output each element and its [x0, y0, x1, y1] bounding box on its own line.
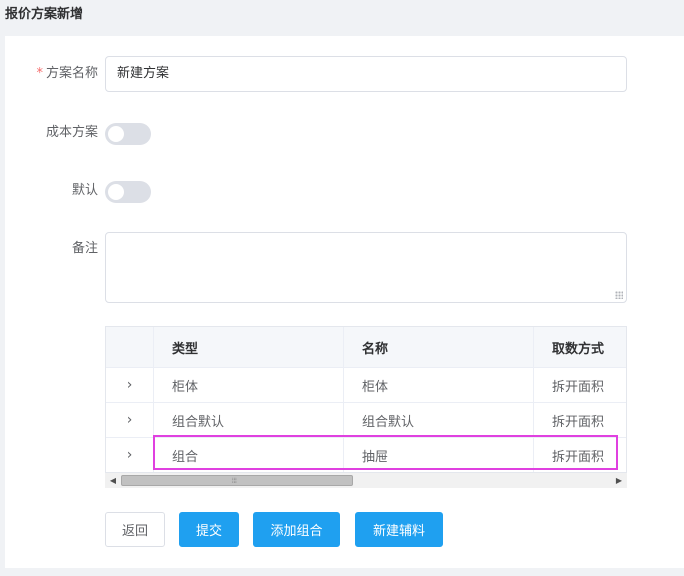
chevron-right-icon[interactable]: › — [127, 412, 133, 428]
plan-table: 类型 名称 取数方式 › 柜体 柜体 拆开面积 › 组合默认 组合默认 拆开面积… — [105, 326, 627, 488]
switch-knob — [108, 126, 124, 142]
cell-name: 组合默认 — [344, 403, 534, 437]
table-row[interactable]: › 柜体 柜体 拆开面积 — [106, 368, 626, 403]
submit-button[interactable]: 提交 — [179, 512, 239, 547]
table-row[interactable]: › 组合默认 组合默认 拆开面积 — [106, 403, 626, 438]
chevron-right-icon[interactable]: › — [127, 377, 133, 393]
name-label-text: 方案名称 — [45, 66, 98, 81]
resize-grip-icon[interactable] — [615, 291, 623, 299]
default-switch[interactable] — [105, 181, 151, 203]
remark-label: 备注 — [71, 241, 98, 256]
cell-method: 拆开面积 — [552, 449, 605, 465]
scroll-right-icon[interactable]: ▶ — [613, 475, 625, 487]
switch-knob — [108, 184, 124, 200]
header-type: 类型 — [154, 327, 344, 367]
scrollbar-thumb[interactable]: ⦙⦙⦙ — [121, 475, 353, 486]
name-input[interactable]: 新建方案 — [105, 56, 627, 92]
header-expand — [106, 327, 154, 367]
scroll-left-icon[interactable]: ◀ — [107, 475, 119, 487]
expand-cell[interactable]: › — [106, 403, 154, 437]
default-label: 默认 — [71, 183, 98, 198]
header-name: 名称 — [344, 327, 534, 367]
cell-type: 组合默认 — [154, 403, 344, 437]
table-row[interactable]: › 组合 抽屉 拆开面积 — [106, 438, 626, 473]
name-label: * 方案名称 — [5, 64, 98, 84]
page-title: 报价方案新增 — [5, 7, 84, 22]
cost-label: 成本方案 — [45, 125, 98, 140]
thumb-grip-icon: ⦙⦙⦙ — [232, 477, 237, 485]
form-card: * 方案名称 新建方案 成本方案 默认 备注 类型 名称 取数方式 › 柜体 柜体… — [5, 36, 684, 568]
new-material-button[interactable]: 新建辅料 — [355, 512, 443, 547]
cell-type: 组合 — [154, 438, 344, 472]
horizontal-scrollbar[interactable]: ◀ ⦙⦙⦙ ▶ — [105, 472, 627, 488]
expand-cell[interactable]: › — [106, 368, 154, 402]
header-method: 取数方式 — [552, 341, 605, 357]
remark-textarea[interactable] — [105, 232, 627, 303]
cell-method: 拆开面积 — [552, 379, 605, 395]
chevron-right-icon[interactable]: › — [127, 447, 133, 463]
cell-name: 柜体 — [344, 368, 534, 402]
expand-cell[interactable]: › — [106, 438, 154, 472]
cell-name: 抽屉 — [344, 438, 534, 472]
add-group-button[interactable]: 添加组合 — [253, 512, 340, 547]
back-button[interactable]: 返回 — [105, 512, 165, 547]
required-mark: * — [36, 66, 43, 81]
table-header: 类型 名称 取数方式 — [106, 327, 626, 368]
cost-switch[interactable] — [105, 123, 151, 145]
cell-method: 拆开面积 — [552, 414, 605, 430]
cell-type: 柜体 — [154, 368, 344, 402]
